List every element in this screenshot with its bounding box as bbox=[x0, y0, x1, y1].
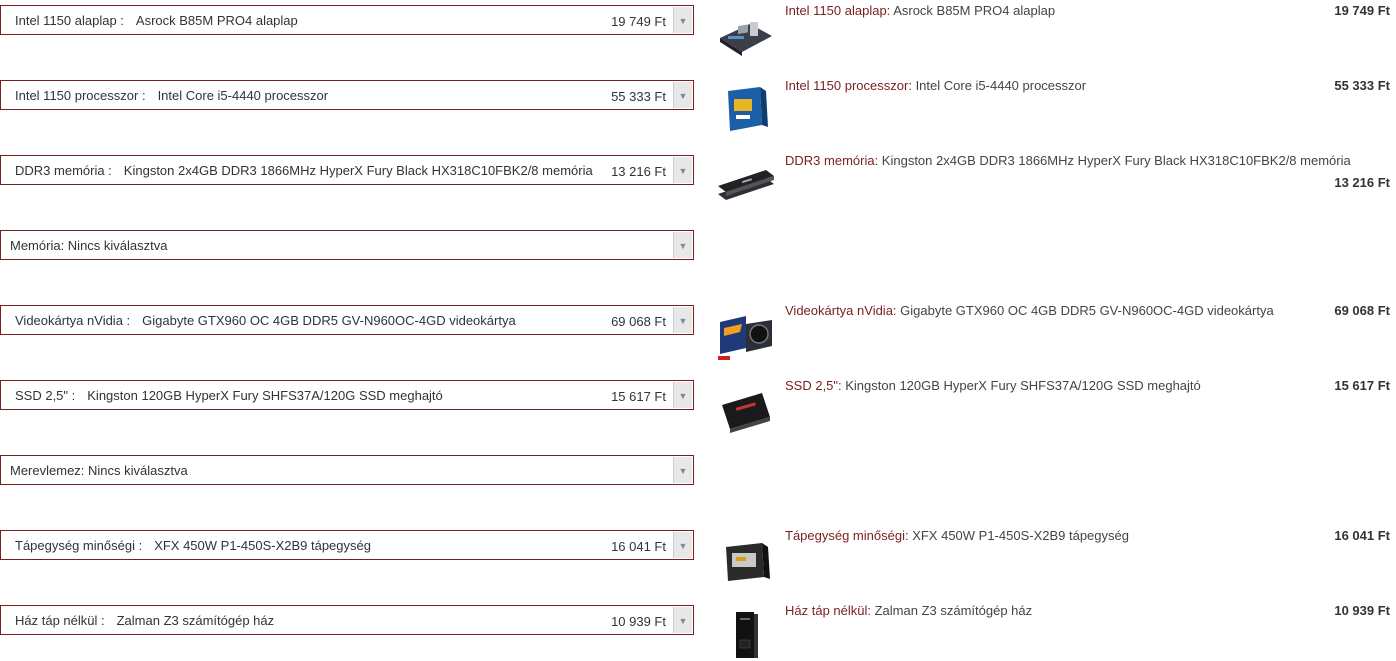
detail-line: Intel 1150 processzor: Intel Core i5-444… bbox=[785, 78, 1390, 93]
component-row: Ház táp nélkül : Zalman Z3 számítógép ház… bbox=[0, 600, 1396, 660]
component-row: Intel 1150 alaplap : Asrock B85M PRO4 ala… bbox=[0, 0, 1396, 60]
detail-line: Intel 1150 alaplap: Asrock B85M PRO4 ala… bbox=[785, 3, 1390, 18]
detail-category-link[interactable]: DDR3 memória: bbox=[785, 153, 878, 168]
dropdown-arrow-icon[interactable]: ▼ bbox=[673, 382, 692, 408]
case-select[interactable]: Ház táp nélkül : Zalman Z3 számítógép ház… bbox=[0, 605, 694, 635]
dropdown-arrow-icon[interactable]: ▼ bbox=[673, 232, 692, 258]
select-category-label: Ház táp nélkül : bbox=[15, 612, 105, 628]
select-price: 16 041 Ft bbox=[611, 539, 666, 554]
ssd-icon[interactable] bbox=[716, 387, 774, 437]
ssd-select[interactable]: SSD 2,5" : Kingston 120GB HyperX Fury SHF… bbox=[0, 380, 694, 410]
component-row: DDR3 memória : Kingston 2x4GB DDR3 1866MH… bbox=[0, 150, 1396, 210]
detail-line: Tápegység minőségi: XFX 450W P1-450S-X2B… bbox=[785, 528, 1390, 543]
detail-line: Ház táp nélkül: Zalman Z3 számítógép ház… bbox=[785, 603, 1390, 618]
ram-icon[interactable] bbox=[716, 162, 774, 212]
detail-price: 55 333 Ft bbox=[1334, 78, 1390, 93]
select-product-label: XFX 450W P1-450S-X2B9 tápegység bbox=[154, 537, 371, 553]
detail-category-link[interactable]: Intel 1150 processzor: bbox=[785, 78, 912, 93]
detail-product-name: Kingston 2x4GB DDR3 1866MHz HyperX Fury … bbox=[878, 153, 1351, 168]
pc-case-icon[interactable] bbox=[716, 610, 774, 660]
dropdown-arrow-icon[interactable]: ▼ bbox=[673, 607, 692, 633]
detail-product-name: Kingston 120GB HyperX Fury SHFS37A/120G … bbox=[841, 378, 1201, 393]
detail-category-link[interactable]: Intel 1150 alaplap: bbox=[785, 3, 890, 18]
motherboard-select[interactable]: Intel 1150 alaplap : Asrock B85M PRO4 ala… bbox=[0, 5, 694, 35]
select-empty-label: Merevlemez: Nincs kiválasztva bbox=[10, 462, 188, 478]
component-row: Intel 1150 processzor : Intel Core i5-444… bbox=[0, 75, 1396, 135]
detail-price: 19 749 Ft bbox=[1334, 3, 1390, 18]
detail-category-link[interactable]: Videokártya nVidia: bbox=[785, 303, 897, 318]
detail-category-link[interactable]: SSD 2,5": bbox=[785, 378, 842, 393]
select-product-label: Zalman Z3 számítógép ház bbox=[116, 612, 275, 628]
memory-select[interactable]: Memória: Nincs kiválasztva ▼ bbox=[0, 230, 694, 260]
dropdown-arrow-icon[interactable]: ▼ bbox=[673, 307, 692, 333]
select-product-label: Kingston 120GB HyperX Fury SHFS37A/120G … bbox=[87, 387, 443, 403]
component-row: SSD 2,5" : Kingston 120GB HyperX Fury SHF… bbox=[0, 375, 1396, 435]
memory-ddr3-select[interactable]: DDR3 memória : Kingston 2x4GB DDR3 1866MH… bbox=[0, 155, 694, 185]
select-category-label: Tápegység minőségi : bbox=[15, 537, 143, 553]
select-category-label: Intel 1150 processzor : bbox=[15, 87, 146, 103]
detail-product-name: Asrock B85M PRO4 alaplap bbox=[890, 3, 1056, 18]
dropdown-arrow-icon[interactable]: ▼ bbox=[673, 7, 692, 33]
detail-line: SSD 2,5": Kingston 120GB HyperX Fury SHF… bbox=[785, 378, 1390, 393]
dropdown-arrow-icon[interactable]: ▼ bbox=[673, 532, 692, 558]
select-category-label: Videokártya nVidia : bbox=[15, 312, 131, 328]
cpu-box-icon[interactable] bbox=[716, 85, 774, 135]
select-empty-label: Memória: Nincs kiválasztva bbox=[10, 237, 168, 253]
detail-line: DDR3 memória: Kingston 2x4GB DDR3 1866MH… bbox=[785, 153, 1390, 190]
select-category-label: Intel 1150 alaplap : bbox=[15, 12, 124, 28]
component-row: Memória: Nincs kiválasztva ▼ bbox=[0, 225, 1396, 285]
select-price: 55 333 Ft bbox=[611, 89, 666, 104]
gpu-select[interactable]: Videokártya nVidia : Gigabyte GTX960 OC 4… bbox=[0, 305, 694, 335]
detail-price: 69 068 Ft bbox=[1334, 303, 1390, 318]
select-product-label: Gigabyte GTX960 OC 4GB DDR5 GV-N960OC-4G… bbox=[142, 312, 516, 328]
gpu-icon[interactable] bbox=[716, 312, 774, 362]
dropdown-arrow-icon[interactable]: ▼ bbox=[673, 157, 692, 183]
select-category-label: SSD 2,5" : bbox=[15, 387, 76, 403]
select-price: 10 939 Ft bbox=[611, 614, 666, 629]
select-price: 13 216 Ft bbox=[611, 164, 666, 179]
psu-icon[interactable] bbox=[716, 537, 774, 587]
select-product-label: Intel Core i5-4440 processzor bbox=[157, 87, 329, 103]
detail-category-link[interactable]: Tápegység minőségi: bbox=[785, 528, 909, 543]
select-price: 19 749 Ft bbox=[611, 14, 666, 29]
dropdown-arrow-icon[interactable]: ▼ bbox=[673, 457, 692, 483]
select-category-label: DDR3 memória : bbox=[15, 162, 112, 178]
detail-product-name: Zalman Z3 számítógép ház bbox=[871, 603, 1033, 618]
psu-select[interactable]: Tápegység minőségi : XFX 450W P1-450S-X2B… bbox=[0, 530, 694, 560]
detail-line: Videokártya nVidia: Gigabyte GTX960 OC 4… bbox=[785, 303, 1390, 318]
detail-category-link[interactable]: Ház táp nélkül: bbox=[785, 603, 871, 618]
cpu-select[interactable]: Intel 1150 processzor : Intel Core i5-444… bbox=[0, 80, 694, 110]
detail-price: 15 617 Ft bbox=[1334, 378, 1390, 393]
select-price: 69 068 Ft bbox=[611, 314, 666, 329]
detail-price: 16 041 Ft bbox=[1334, 528, 1390, 543]
select-product-label: Kingston 2x4GB DDR3 1866MHz HyperX Fury … bbox=[123, 162, 593, 178]
component-row: Merevlemez: Nincs kiválasztva ▼ bbox=[0, 450, 1396, 510]
detail-product-name: XFX 450W P1-450S-X2B9 tápegység bbox=[908, 528, 1129, 543]
detail-product-name: Gigabyte GTX960 OC 4GB DDR5 GV-N960OC-4G… bbox=[896, 303, 1274, 318]
select-price: 15 617 Ft bbox=[611, 389, 666, 404]
select-product-label: Asrock B85M PRO4 alaplap bbox=[135, 12, 298, 28]
detail-product-name: Intel Core i5-4440 processzor bbox=[911, 78, 1087, 93]
motherboard-icon[interactable] bbox=[716, 8, 774, 58]
hdd-select[interactable]: Merevlemez: Nincs kiválasztva ▼ bbox=[0, 455, 694, 485]
component-row: Tápegység minőségi : XFX 450W P1-450S-X2B… bbox=[0, 525, 1396, 585]
dropdown-arrow-icon[interactable]: ▼ bbox=[673, 82, 692, 108]
detail-price: 13 216 Ft bbox=[1334, 175, 1390, 190]
component-row: Videokártya nVidia : Gigabyte GTX960 OC 4… bbox=[0, 300, 1396, 360]
detail-price: 10 939 Ft bbox=[1334, 603, 1390, 618]
